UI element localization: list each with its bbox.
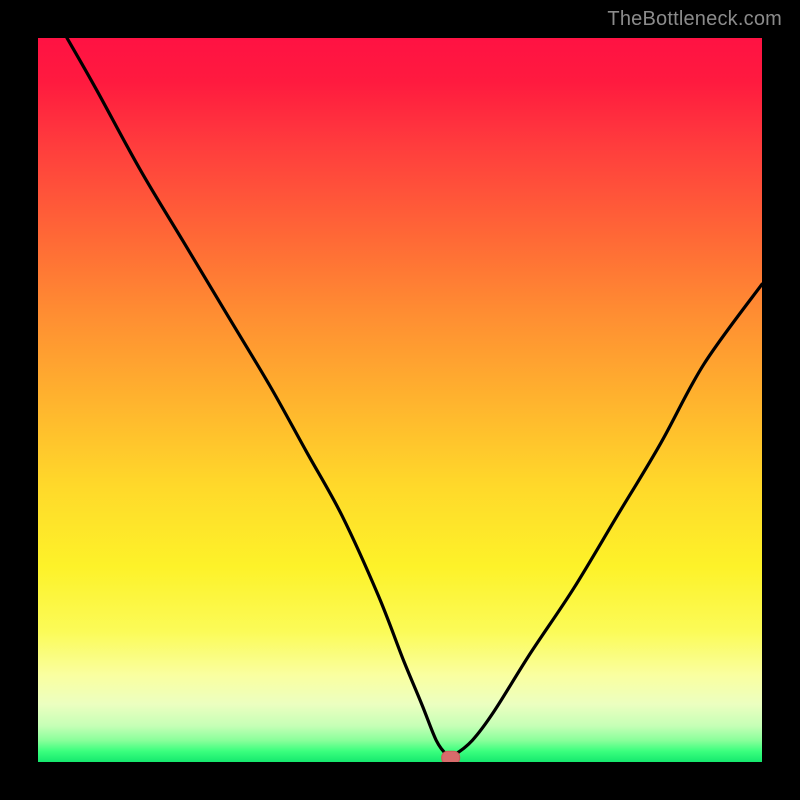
- curve-layer: [38, 38, 762, 762]
- bottleneck-curve: [67, 38, 762, 757]
- plot-area: [38, 38, 762, 762]
- minimum-marker: [442, 751, 460, 762]
- chart-frame: TheBottleneck.com: [0, 0, 800, 800]
- watermark-text: TheBottleneck.com: [607, 8, 782, 31]
